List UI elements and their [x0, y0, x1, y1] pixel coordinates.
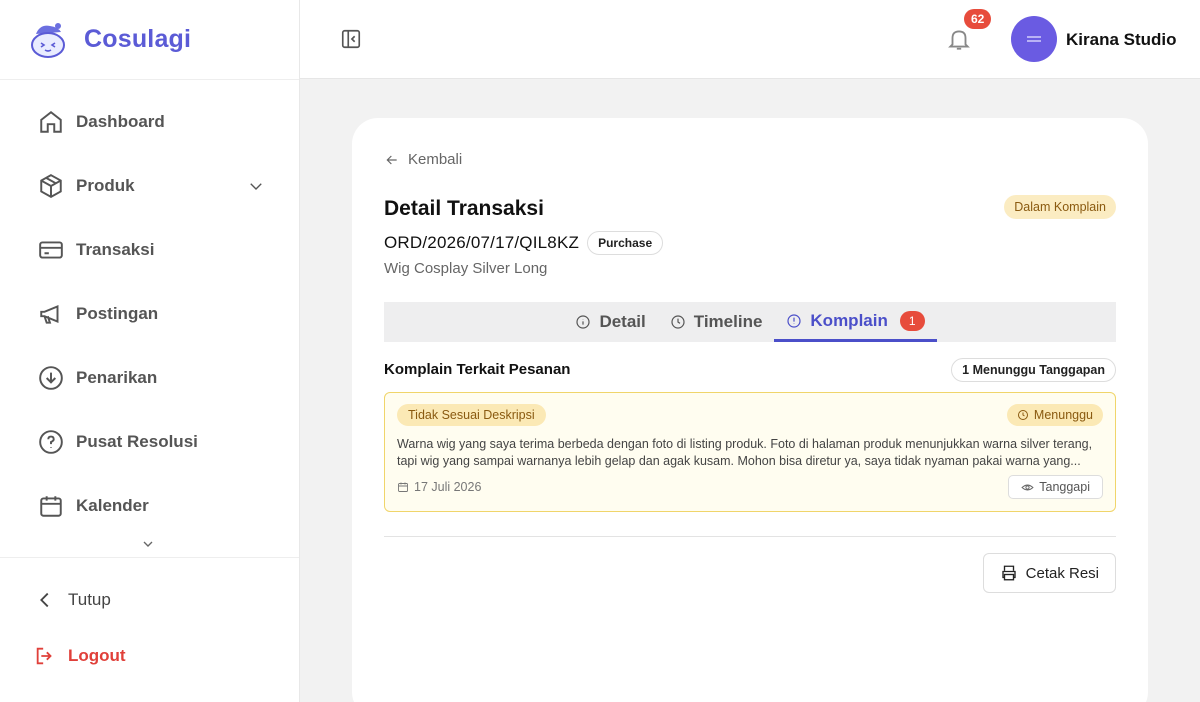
complaint-status-badge: Menunggu	[1006, 404, 1103, 426]
reply-button[interactable]: Tanggapi	[1008, 475, 1103, 499]
transaction-detail-card: Kembali Detail Transaksi Dalam Komplain …	[352, 118, 1148, 702]
chevron-down-icon	[143, 541, 153, 547]
print-receipt-button[interactable]: Cetak Resi	[982, 553, 1116, 593]
tab-komplain[interactable]: Komplain 1	[774, 302, 937, 342]
sidebar-item-label: Pusat Resolusi	[76, 432, 198, 451]
sidebar-nav: Dashboard Produk Transaksi Postingan Pen…	[0, 80, 299, 556]
clock-icon	[671, 315, 685, 329]
sidebar-item-transaksi[interactable]: Transaksi	[0, 218, 299, 282]
printer-icon	[1001, 565, 1016, 581]
sidebar: Cosulagi Dashboard Produk Transaksi Post…	[0, 0, 300, 702]
sidebar-toggle-button[interactable]	[340, 28, 362, 50]
print-label: Cetak Resi	[1025, 564, 1099, 582]
complaint-status-label: Menunggu	[1033, 408, 1093, 422]
notification-count-badge: 62	[964, 9, 992, 29]
sidebar-item-pusat-resolusi[interactable]: Pusat Resolusi	[0, 410, 299, 474]
logout-button[interactable]: Logout	[0, 628, 299, 684]
product-name: Wig Cosplay Silver Long	[384, 260, 548, 277]
sidebar-item-dashboard[interactable]: Dashboard	[0, 90, 299, 154]
info-icon	[576, 315, 591, 329]
logout-icon	[36, 647, 52, 665]
collapse-sidebar-button[interactable]: Tutup	[0, 572, 299, 628]
complaint-category-badge: Tidak Sesuai Deskripsi	[397, 404, 546, 426]
brand[interactable]: Cosulagi	[0, 0, 299, 80]
clock-icon	[1017, 410, 1028, 420]
help-circle-icon	[39, 430, 63, 454]
order-row: ORD/2026/07/17/QIL8KZ Purchase	[384, 231, 664, 255]
reply-label: Tanggapi	[1039, 480, 1090, 494]
tab-bar: Detail Timeline Komplain 1	[384, 302, 1116, 342]
avatar[interactable]	[1011, 16, 1057, 62]
sidebar-item-postingan[interactable]: Postingan	[0, 282, 299, 346]
calendar-icon	[40, 496, 62, 517]
sidebar-item-produk[interactable]: Produk	[0, 154, 299, 218]
complaint-count-badge: 1	[899, 310, 925, 331]
order-number: ORD/2026/07/17/QIL8KZ	[384, 233, 580, 252]
sidebar-item-penarikan[interactable]: Penarikan	[0, 346, 299, 410]
download-circle-icon	[39, 366, 63, 390]
complaint-date-label: 17 Juli 2026	[414, 480, 482, 494]
back-label: Kembali	[408, 151, 463, 168]
complaint-card[interactable]: Tidak Sesuai Deskripsi Menunggu Warna wi…	[384, 392, 1116, 512]
user-name[interactable]: Kirana Studio	[1066, 30, 1177, 50]
credit-card-icon	[39, 241, 63, 259]
megaphone-icon	[40, 304, 59, 324]
sidebar-item-label: Transaksi	[76, 240, 155, 259]
status-badge: Dalam Komplain	[1004, 195, 1116, 219]
sidebar-footer: Tutup Logout	[0, 557, 299, 684]
sidebar-item-kalender[interactable]: Kalender	[0, 474, 299, 538]
calendar-icon	[398, 482, 408, 492]
notification-button[interactable]	[946, 26, 972, 52]
chevron-down-icon[interactable]	[247, 177, 265, 195]
collapse-label: Tutup	[68, 590, 111, 609]
waiting-summary-badge: 1 Menunggu Tanggapan	[951, 358, 1116, 382]
complaint-text: Warna wig yang saya terima berbeda denga…	[397, 437, 1093, 468]
avatar-logo-icon	[1027, 36, 1041, 42]
scroll-more-indicator[interactable]	[140, 536, 160, 550]
top-bar: 62 Kirana Studio	[300, 0, 1200, 79]
arrow-left-icon	[386, 155, 397, 164]
tab-label: Detail	[599, 312, 646, 331]
section-title: Komplain Terkait Pesanan	[384, 361, 571, 378]
page-title: Detail Transaksi	[384, 197, 544, 220]
tab-label: Komplain	[810, 310, 888, 330]
tab-timeline[interactable]: Timeline	[658, 302, 775, 342]
brand-name: Cosulagi	[84, 25, 192, 53]
sidebar-item-label: Dashboard	[76, 112, 165, 131]
divider	[384, 536, 1116, 537]
complaint-date: 17 Juli 2026	[397, 480, 481, 494]
sidebar-toggle-icon	[341, 29, 361, 49]
logout-label: Logout	[68, 646, 126, 665]
bell-icon	[948, 30, 970, 50]
chevron-left-icon	[40, 592, 49, 608]
sidebar-item-label: Postingan	[76, 304, 159, 323]
sidebar-item-label: Penarikan	[76, 368, 158, 387]
sidebar-item-label: Kalender	[76, 496, 149, 515]
mascot-logo-icon	[31, 22, 65, 58]
sidebar-item-label: Produk	[76, 176, 135, 195]
home-icon	[40, 111, 62, 133]
alert-circle-icon	[787, 313, 802, 328]
box-icon	[40, 174, 62, 198]
tab-detail[interactable]: Detail	[563, 302, 657, 342]
back-link[interactable]: Kembali	[384, 151, 462, 168]
tab-label: Timeline	[693, 312, 763, 331]
order-type-badge: Purchase	[587, 231, 664, 255]
eye-icon	[1021, 484, 1034, 490]
